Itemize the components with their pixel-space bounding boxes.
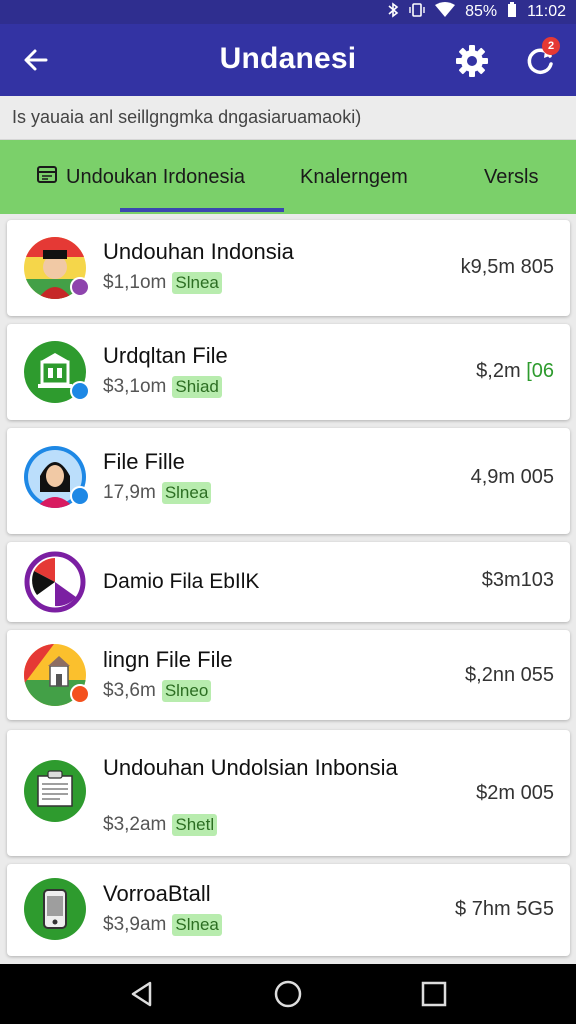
battery-level: 85%: [465, 3, 498, 20]
item-title: Undouhan Undolsian Inbonsia: [103, 755, 398, 780]
status-bar: 85% 11:02: [0, 0, 576, 24]
landmark-icon: [24, 644, 90, 706]
back-nav-button[interactable]: [126, 978, 158, 1010]
circle-home-icon: [274, 980, 302, 1008]
status-dot: [70, 381, 90, 401]
person-avatar: [24, 237, 90, 299]
item-value-accent: [06: [526, 360, 554, 382]
item-title: Undouhan Indonsia: [103, 239, 294, 264]
item-title: VorroaBtall: [103, 881, 211, 906]
item-tag: Slnea: [172, 272, 222, 294]
tab-label: Knalerngem: [300, 165, 408, 188]
subtitle-text: Is yauaia anl seillgngmka dngasiaruamaok…: [0, 96, 576, 140]
list-item[interactable]: Undouhan Indonsia $1,1om Slnea k9,5m 805: [7, 220, 570, 316]
phone-icon: [24, 878, 86, 940]
item-tag: Shiad: [172, 376, 222, 398]
item-tag: Slnea: [161, 482, 212, 504]
building-icon: [24, 341, 90, 403]
tab-knalerngem[interactable]: Knalerngem: [300, 140, 408, 214]
item-value-text: k9,5m 805: [460, 256, 554, 278]
item-meta: $3,1om Shiad: [103, 376, 222, 398]
list-item[interactable]: Damio Fila EbIlK $3m103: [7, 542, 570, 622]
item-title: Damio Fila EbIlK: [103, 570, 260, 593]
item-title: Urdqltan File: [103, 343, 228, 368]
back-button[interactable]: [18, 42, 54, 78]
notification-badge: 2: [542, 37, 560, 55]
bluetooth-icon: [387, 2, 399, 22]
list-item[interactable]: Undouhan Undolsian Inbonsia $3,2am Shetl…: [7, 730, 570, 856]
item-value: $,2nn 055: [465, 664, 554, 687]
settings-button[interactable]: [452, 41, 492, 81]
app-bar: Undanesi 2: [0, 24, 576, 96]
item-value-text: $,2nn 055: [465, 664, 554, 686]
list-item[interactable]: File Fille 17,9m Slnea 4,9m 005: [7, 428, 570, 534]
tab-label: Versls: [484, 165, 539, 188]
clock: 11:02: [527, 3, 566, 20]
document-icon: [24, 760, 86, 822]
item-tag: Slnea: [172, 914, 222, 936]
arrow-left-icon: [24, 49, 48, 71]
refresh-button[interactable]: 2: [520, 37, 560, 81]
item-tag: Shetl: [172, 814, 218, 836]
list-item[interactable]: lingn File File $3,6m Slneo $,2nn 055: [7, 630, 570, 720]
item-size: $1,1om: [103, 272, 167, 293]
item-size: $3,6m: [103, 680, 156, 701]
recents-nav-button[interactable]: [418, 978, 450, 1010]
battery-icon: [507, 2, 517, 22]
square-recents-icon: [421, 981, 447, 1007]
item-meta: $1,1om Slnea: [103, 272, 222, 294]
vibrate-icon: [409, 2, 425, 22]
tab-label: Undoukan Irdonesia: [66, 165, 246, 188]
item-value: $3m103: [482, 569, 554, 592]
item-value-text: $ 7hm 5G5: [455, 898, 554, 920]
item-meta: $3,9am Slnea: [103, 914, 222, 936]
folder-icon: [36, 164, 58, 190]
status-dot: [70, 277, 90, 297]
item-value: $,2m [06: [476, 360, 554, 383]
item-meta: $3,2am Shetl: [103, 814, 218, 836]
home-nav-button[interactable]: [272, 978, 304, 1010]
status-dot: [70, 486, 90, 506]
item-meta: 17,9m Slnea: [103, 482, 212, 504]
item-title: lingn File File: [103, 647, 233, 672]
tab-undoukan-irdonesia[interactable]: Undoukan Irdonesia: [36, 140, 245, 214]
item-title: File Fille: [103, 449, 185, 474]
gear-icon: [456, 45, 488, 77]
item-value: 4,9m 005: [471, 466, 554, 489]
item-value-text: $,2m: [476, 360, 521, 382]
item-size: $3,9am: [103, 914, 167, 935]
item-value: $ 7hm 5G5: [455, 898, 554, 921]
item-meta: $3,6m Slneo: [103, 680, 212, 702]
item-value-text: 4,9m 005: [470, 466, 554, 488]
item-value-text: $2m 005: [476, 782, 554, 804]
item-value: $2m 005: [476, 782, 554, 805]
flag-icon: [24, 551, 86, 613]
woman-avatar: [24, 446, 90, 508]
system-nav-bar: [0, 964, 576, 1024]
list-item[interactable]: VorroaBtall $3,9am Slnea $ 7hm 5G5: [7, 864, 570, 956]
item-value-text: $3m103: [481, 569, 554, 591]
item-size: $3,2am: [103, 814, 167, 835]
list-item[interactable]: Urdqltan File $3,1om Shiad $,2m [06: [7, 324, 570, 420]
item-size: $3,1om: [103, 376, 167, 397]
active-tab-indicator: [120, 208, 284, 212]
item-value: k9,5m 805: [461, 256, 554, 279]
item-tag: Slneo: [161, 680, 212, 702]
tab-bar: Undoukan Irdonesia Knalerngem Versls: [0, 140, 576, 214]
wifi-icon: [435, 2, 456, 22]
status-dot: [70, 684, 90, 704]
tab-versls[interactable]: Versls: [484, 140, 538, 214]
triangle-back-icon: [131, 981, 152, 1007]
item-size: 17,9m: [103, 482, 156, 503]
